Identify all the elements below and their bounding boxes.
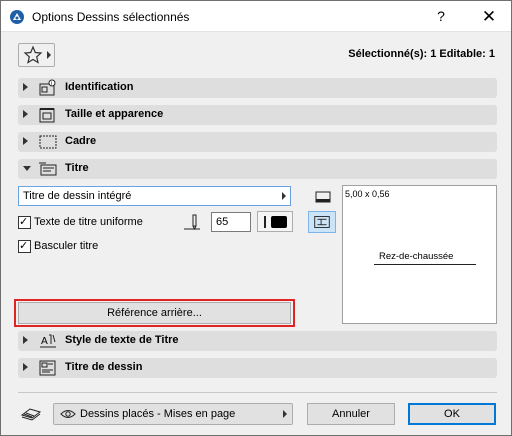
chevron-right-icon: [283, 410, 287, 418]
expand-arrow-icon: [23, 363, 28, 371]
section-title[interactable]: Titre: [18, 159, 497, 179]
back-reference-button[interactable]: Référence arrière...: [18, 302, 291, 324]
cancel-button[interactable]: Annuler: [307, 403, 395, 425]
pen-icon: [184, 214, 200, 231]
section-label: Cadre: [65, 135, 97, 147]
frame-icon: [39, 135, 57, 149]
expand-arrow-icon: [23, 83, 28, 91]
id-icon: i: [39, 79, 56, 96]
eye-icon: [60, 410, 76, 418]
svg-text:A: A: [41, 336, 48, 347]
title-type-dropdown[interactable]: Titre de dessin intégré: [18, 186, 291, 206]
section-label: Style de texte de Titre: [65, 334, 179, 346]
title-icon: [39, 162, 57, 176]
uniform-title-checkbox[interactable]: ✓: [18, 216, 31, 229]
preview-title-text: Rez-de-chaussée: [379, 251, 454, 262]
dialog-window: Options Dessins sélectionnés ? ✕ Sélecti…: [0, 0, 512, 436]
checkmark-icon: ✓: [19, 216, 29, 228]
section-size-appearance[interactable]: Taille et apparence: [18, 105, 497, 125]
selection-count: Sélectionné(s): 1 Editable: 1: [348, 48, 495, 60]
section-drawing-title[interactable]: Titre de dessin: [18, 358, 497, 378]
text-frame-toggle-icon[interactable]: [308, 211, 336, 233]
title-position-icon[interactable]: [312, 187, 334, 207]
layer-combination-value: Dessins placés - Mises en page: [80, 408, 236, 420]
checkmark-icon: ✓: [19, 240, 29, 252]
pen-number-input[interactable]: 65: [211, 212, 251, 232]
drawing-title-icon: [39, 360, 56, 376]
window-title: Options Dessins sélectionnés: [32, 10, 190, 24]
flip-title-checkbox[interactable]: ✓: [18, 240, 31, 253]
section-label: Identification: [65, 81, 134, 93]
size-icon: [39, 108, 55, 123]
section-identification[interactable]: i Identification: [18, 78, 497, 98]
section-label: Titre de dessin: [65, 361, 143, 373]
section-label: Titre: [65, 162, 89, 174]
footer-divider: [18, 392, 497, 393]
pen-color-button[interactable]: [257, 211, 293, 232]
chevron-right-icon: [47, 51, 51, 59]
preview-title-line: [374, 264, 476, 265]
section-title-text-style[interactable]: A Style de texte de Titre: [18, 331, 497, 351]
layer-combination-dropdown[interactable]: Dessins placés - Mises en page: [53, 403, 293, 425]
expand-arrow-icon: [23, 110, 28, 118]
archicad-app-icon: [10, 10, 24, 24]
chevron-right-icon: [282, 192, 286, 200]
section-label: Taille et apparence: [65, 108, 164, 120]
layers-icon: [20, 408, 42, 421]
uniform-title-label: Texte de titre uniforme: [34, 216, 143, 228]
expand-arrow-icon: [23, 336, 28, 344]
ok-button[interactable]: OK: [408, 403, 496, 425]
line-icon: [264, 216, 266, 228]
title-type-value: Titre de dessin intégré: [23, 190, 132, 202]
close-button[interactable]: ✕: [467, 1, 511, 32]
expand-arrow-icon: [23, 137, 28, 145]
preview-scale: 5,00 x 0,56: [345, 189, 390, 199]
text-style-icon: A: [40, 334, 56, 348]
star-icon: [23, 45, 43, 64]
section-frame[interactable]: Cadre: [18, 132, 497, 152]
title-preview: 5,00 x 0,56 Rez-de-chaussée: [342, 185, 497, 324]
svg-text:i: i: [51, 81, 52, 87]
collapse-arrow-icon: [23, 166, 31, 171]
title-bar: Options Dessins sélectionnés ? ✕: [1, 1, 511, 32]
favorites-button[interactable]: [18, 43, 55, 67]
color-swatch: [271, 216, 287, 228]
help-button[interactable]: ?: [423, 1, 459, 32]
flip-title-label: Basculer titre: [34, 240, 99, 252]
